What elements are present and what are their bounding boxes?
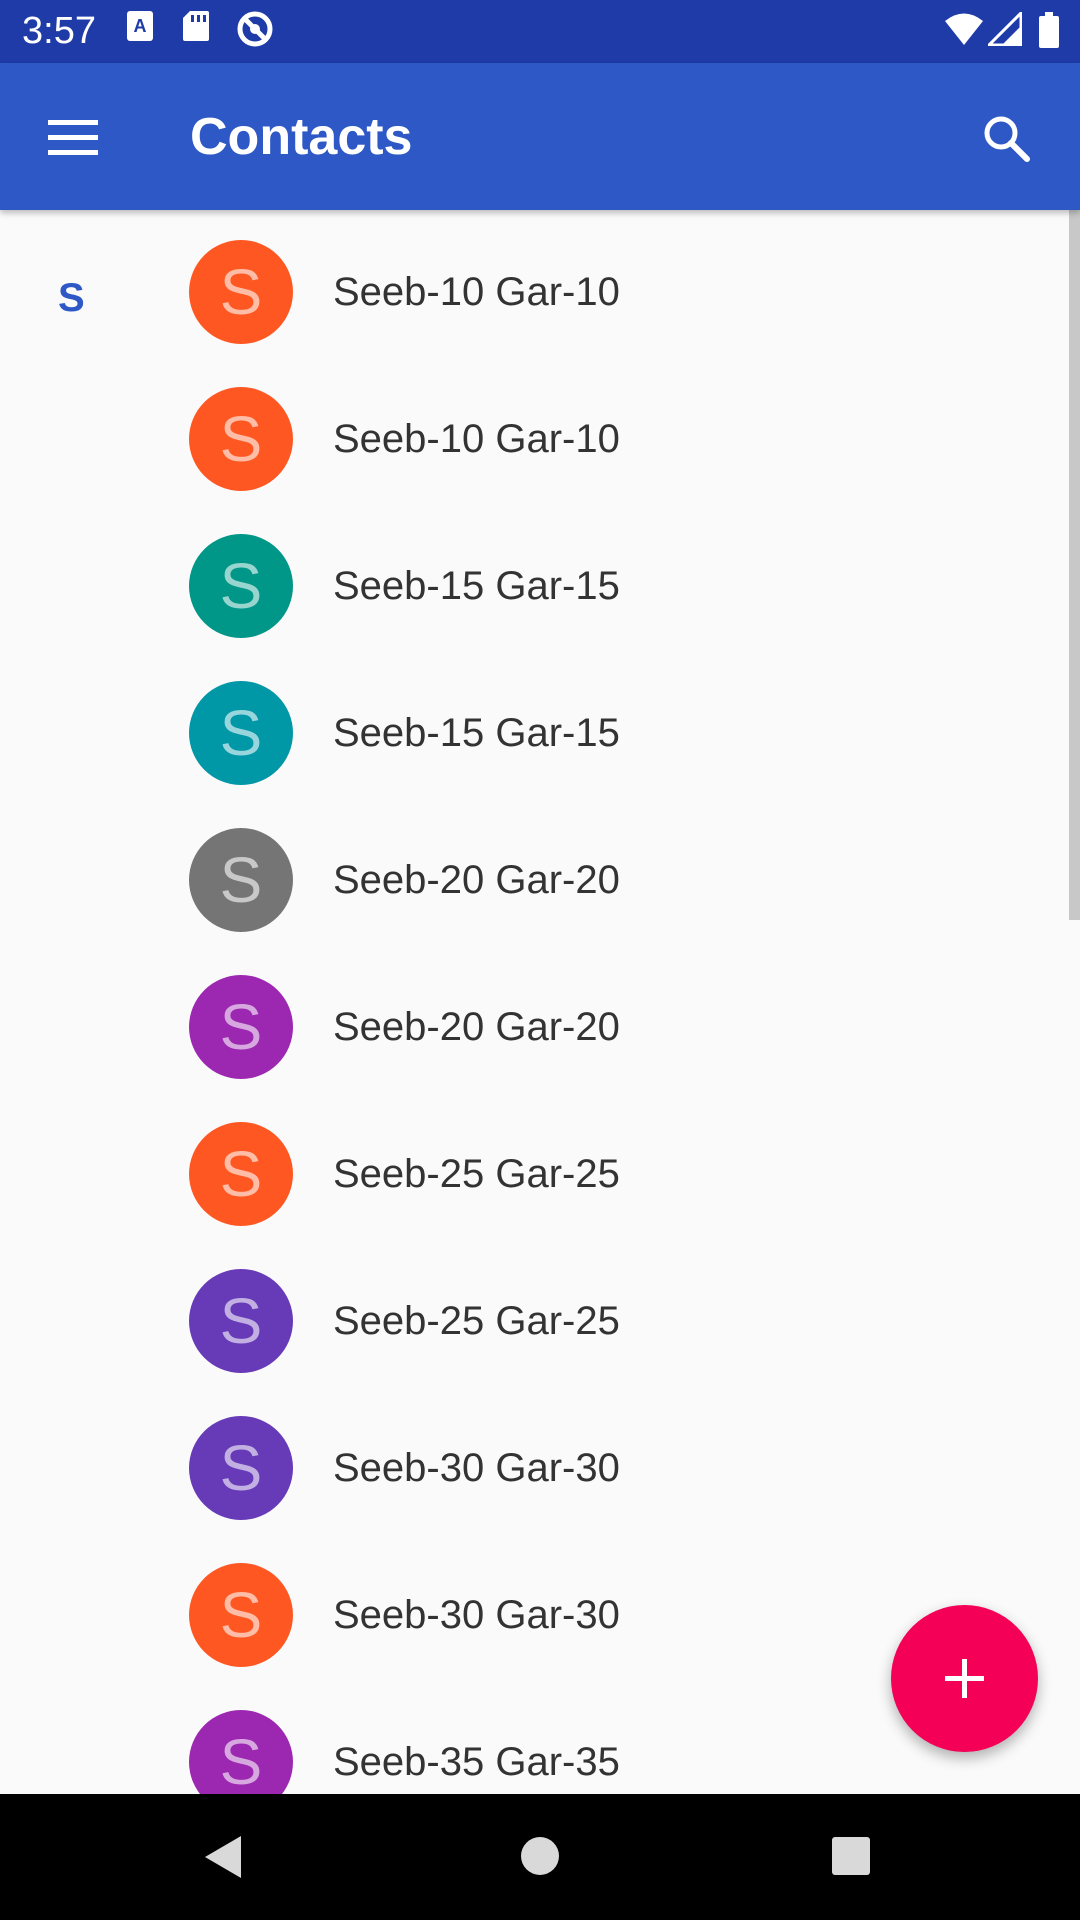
contact-list-item[interactable]: S Seeb-10 Gar-10 <box>0 210 1070 357</box>
contact-name: Seeb-20 Gar-20 <box>333 1005 620 1049</box>
hamburger-menu-icon <box>30 120 116 177</box>
contact-avatar: S <box>189 534 293 638</box>
contact-list-item[interactable]: S Seeb-10 Gar-10 <box>0 357 1070 504</box>
contact-name: Seeb-25 Gar-25 <box>333 1152 620 1196</box>
contact-name: Seeb-25 Gar-25 <box>333 1299 620 1343</box>
page-title: Contacts <box>190 108 413 166</box>
contact-list-item[interactable]: S Seeb-20 Gar-20 <box>0 945 1070 1092</box>
contact-avatar: S <box>189 1122 293 1226</box>
contact-avatar: S <box>189 828 293 932</box>
contact-avatar: S <box>189 1563 293 1667</box>
app-bar: Contacts <box>0 63 1080 210</box>
contact-avatar: S <box>189 240 293 344</box>
svg-text:A: A <box>134 16 147 36</box>
scrollbar[interactable] <box>1069 210 1080 920</box>
sd-card-icon <box>182 10 210 47</box>
recents-icon[interactable] <box>831 1836 871 1881</box>
contact-list-item[interactable]: S Seeb-20 Gar-20 <box>0 798 1070 945</box>
contact-name: Seeb-10 Gar-10 <box>333 270 620 314</box>
contact-list-item[interactable]: S Seeb-25 Gar-25 <box>0 1239 1070 1386</box>
back-icon[interactable] <box>203 1834 243 1885</box>
contact-name: Seeb-35 Gar-35 <box>333 1740 620 1784</box>
add-contact-button[interactable] <box>891 1605 1038 1752</box>
contact-avatar: S <box>189 1269 293 1373</box>
contact-avatar: S <box>189 681 293 785</box>
status-bar: 3:57 A <box>0 0 1080 63</box>
search-icon <box>966 116 1046 177</box>
contact-name: Seeb-20 Gar-20 <box>333 858 620 902</box>
menu-button[interactable] <box>30 103 116 173</box>
contact-list-item[interactable]: S Seeb-25 Gar-25 <box>0 1092 1070 1239</box>
contact-name: Seeb-10 Gar-10 <box>333 417 620 461</box>
search-button[interactable] <box>966 103 1046 173</box>
contact-list-item[interactable]: S Seeb-15 Gar-15 <box>0 504 1070 651</box>
contact-list[interactable]: S S Seeb-10 Gar-10 S Seeb-10 Gar-10 S Seeb-15… <box>0 210 1080 1794</box>
home-icon[interactable] <box>520 1836 560 1881</box>
contact-avatar: S <box>189 387 293 491</box>
cell-signal-icon <box>985 9 1023 51</box>
contact-name: Seeb-15 Gar-15 <box>333 564 620 608</box>
contact-name: Seeb-30 Gar-30 <box>333 1593 620 1637</box>
contact-avatar: S <box>189 1416 293 1520</box>
navigation-bar <box>0 1794 1080 1920</box>
a-notification-icon: A <box>126 10 154 47</box>
contact-name: Seeb-30 Gar-30 <box>333 1446 620 1490</box>
wifi-icon <box>944 12 984 51</box>
contact-avatar: S <box>189 975 293 1079</box>
battery-icon <box>1038 12 1060 53</box>
contact-list-item[interactable]: S Seeb-15 Gar-15 <box>0 651 1070 798</box>
plus-icon <box>891 1659 1038 1756</box>
contact-name: Seeb-15 Gar-15 <box>333 711 620 755</box>
contact-avatar: S <box>189 1710 293 1794</box>
status-time: 3:57 <box>22 10 96 52</box>
contact-list-item[interactable]: S Seeb-30 Gar-30 <box>0 1386 1070 1533</box>
sync-icon <box>236 10 274 53</box>
